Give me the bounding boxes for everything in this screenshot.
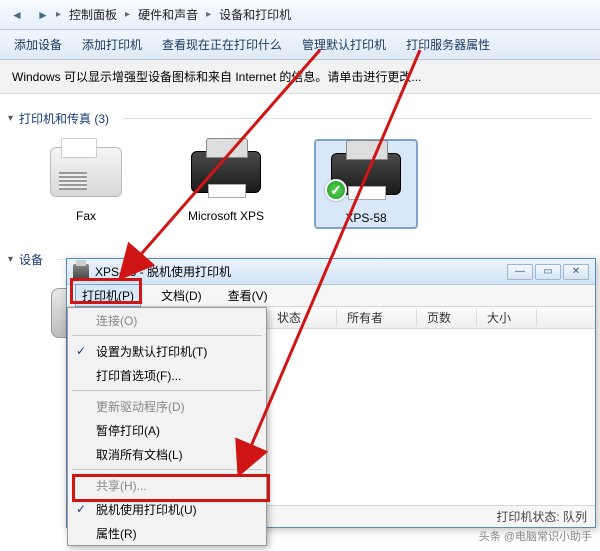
- crumb-sep-icon: ▸: [125, 9, 130, 20]
- close-button[interactable]: ✕: [563, 264, 589, 280]
- printer-icon: [191, 151, 261, 193]
- maximize-button[interactable]: ▭: [535, 264, 561, 280]
- nav-fwd-icon[interactable]: ►: [30, 4, 56, 26]
- toolbar-add-device[interactable]: 添加设备: [14, 36, 62, 53]
- crumb-sep-icon: ▸: [206, 9, 211, 20]
- menu-share: 共享(H)...: [68, 473, 266, 497]
- collapse-icon: ▾: [8, 254, 13, 265]
- menu-document[interactable]: 文档(D): [155, 285, 208, 306]
- col-status[interactable]: 状态: [267, 309, 337, 326]
- menu-print-prefs[interactable]: 打印首选项(F)...: [68, 363, 266, 387]
- watermark: 头条 @电脑常识小助手: [479, 528, 592, 544]
- nav-back-icon[interactable]: ◄: [4, 4, 30, 26]
- check-icon: ✓: [76, 344, 86, 358]
- device-fax[interactable]: Fax: [36, 141, 136, 227]
- col-owner[interactable]: 所有者: [337, 309, 417, 326]
- printers-row: Fax Microsoft XPS ✓ XPS-58: [6, 135, 594, 233]
- menu-separator: [72, 335, 262, 336]
- info-bar[interactable]: Windows 可以显示增强型设备图标和来自 Internet 的信息。请单击进…: [0, 60, 600, 94]
- group-printers-title: 打印机和传真 (3): [19, 110, 109, 127]
- menu-pause[interactable]: 暂停打印(A): [68, 418, 266, 442]
- printer-menu-dropdown: 连接(O) ✓设置为默认打印机(T) 打印首选项(F)... 更新驱动程序(D)…: [67, 307, 267, 546]
- window-menubar: 打印机(P) 文档(D) 查看(V): [67, 285, 595, 307]
- menu-separator: [72, 390, 262, 391]
- menu-view[interactable]: 查看(V): [222, 285, 274, 306]
- menu-set-default[interactable]: ✓设置为默认打印机(T): [68, 339, 266, 363]
- window-titlebar[interactable]: XPS-58 - 脱机使用打印机 — ▭ ✕: [67, 259, 595, 285]
- printer-small-icon: [73, 264, 89, 280]
- printer-queue-window: XPS-58 - 脱机使用打印机 — ▭ ✕ 打印机(P) 文档(D) 查看(V…: [66, 258, 596, 528]
- breadcrumb[interactable]: ▸ 控制面板 ▸ 硬件和声音 ▸ 设备和打印机: [56, 4, 295, 25]
- col-size[interactable]: 大小: [477, 309, 537, 326]
- device-microsoft-xps[interactable]: Microsoft XPS: [176, 141, 276, 227]
- check-icon: ✓: [76, 502, 86, 516]
- fax-icon: [50, 147, 122, 197]
- statusbar-text: 打印机状态: 队列: [496, 508, 587, 525]
- address-bar: ◄ ► ▸ 控制面板 ▸ 硬件和声音 ▸ 设备和打印机: [0, 0, 600, 30]
- menu-printer[interactable]: 打印机(P): [75, 284, 141, 307]
- menu-offline[interactable]: ✓脱机使用打印机(U): [68, 497, 266, 521]
- device-label: XPS-58: [345, 211, 386, 225]
- device-label: Fax: [76, 209, 96, 223]
- crumb-devices-printers[interactable]: 设备和打印机: [215, 4, 295, 25]
- toolbar-add-printer[interactable]: 添加打印机: [82, 36, 142, 53]
- device-xps-58[interactable]: ✓ XPS-58: [316, 141, 416, 227]
- menu-update-driver: 更新驱动程序(D): [68, 394, 266, 418]
- toolbar-print-server-props[interactable]: 打印服务器属性: [406, 36, 490, 53]
- collapse-icon: ▾: [8, 113, 13, 124]
- toolbar: 添加设备 添加打印机 查看现在正在打印什么 管理默认打印机 打印服务器属性: [0, 30, 600, 60]
- crumb-sep-icon: ▸: [56, 9, 61, 20]
- toolbar-manage-default[interactable]: 管理默认打印机: [302, 36, 386, 53]
- crumb-control-panel[interactable]: 控制面板: [65, 4, 121, 25]
- col-pages[interactable]: 页数: [417, 309, 477, 326]
- menu-connect: 连接(O): [68, 308, 266, 332]
- group-printers-header[interactable]: ▾ 打印机和传真 (3): [6, 106, 594, 135]
- menu-cancel-all[interactable]: 取消所有文档(L): [68, 442, 266, 466]
- menu-separator: [72, 469, 262, 470]
- group-devices-title: 设备: [19, 251, 43, 268]
- window-title: XPS-58 - 脱机使用打印机: [95, 263, 501, 280]
- toolbar-view-printing[interactable]: 查看现在正在打印什么: [162, 36, 282, 53]
- minimize-button[interactable]: —: [507, 264, 533, 280]
- crumb-hardware-sound[interactable]: 硬件和声音: [134, 4, 202, 25]
- default-check-icon: ✓: [325, 179, 347, 201]
- device-label: Microsoft XPS: [188, 209, 264, 223]
- menu-props[interactable]: 属性(R): [68, 521, 266, 545]
- info-bar-text: Windows 可以显示增强型设备图标和来自 Internet 的信息。请单击进…: [12, 70, 421, 84]
- divider: [123, 118, 592, 119]
